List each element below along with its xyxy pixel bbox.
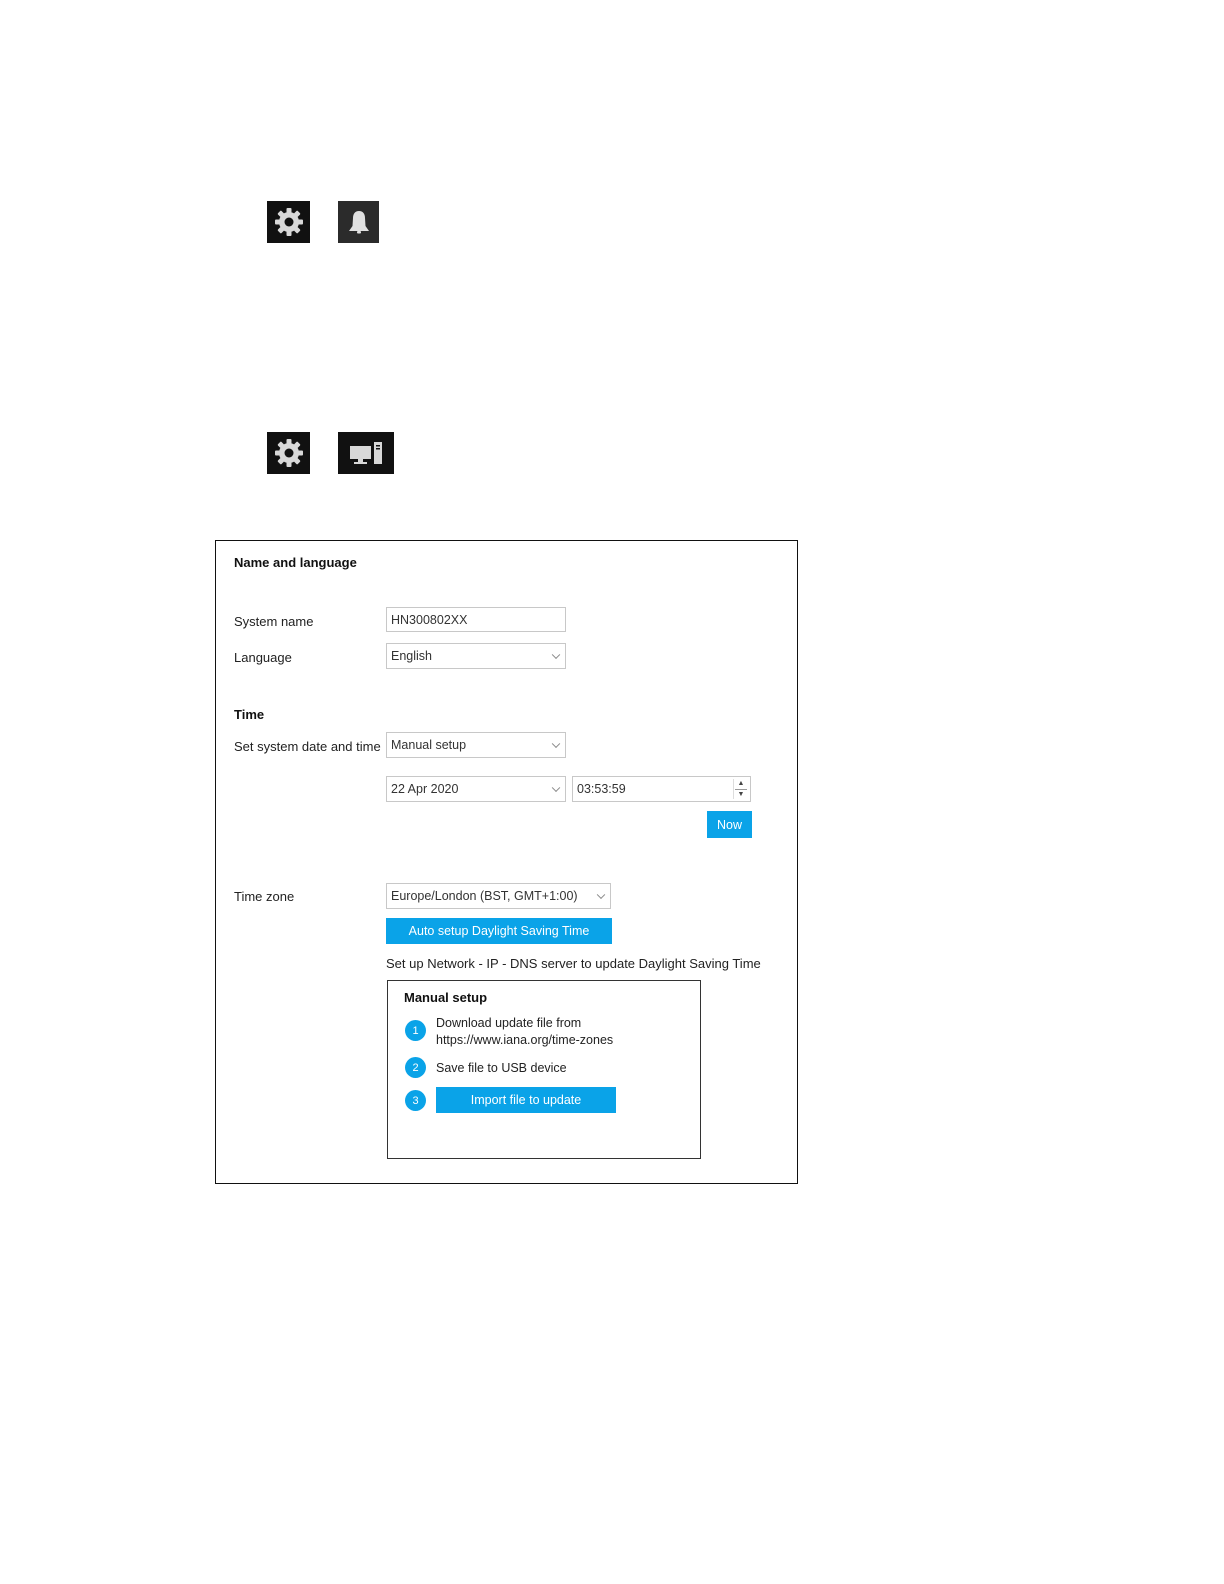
chevron-down-icon [551, 739, 561, 749]
chevron-down-icon [596, 890, 606, 900]
time-input[interactable]: 03:53:59 ▲ ▼ [572, 776, 751, 802]
language-select[interactable]: English [386, 643, 566, 669]
step-1-badge: 1 [405, 1020, 426, 1041]
language-label: Language [234, 650, 292, 665]
gear-icon [274, 439, 303, 467]
date-picker[interactable]: 22 Apr 2020 [386, 776, 566, 802]
date-value: 22 Apr 2020 [391, 782, 459, 796]
set-date-time-label: Set system date and time [234, 739, 381, 754]
step-1-line-1: Download update file from [436, 1016, 582, 1030]
import-file-button[interactable]: Import file to update [436, 1087, 616, 1113]
manual-setup-box: Manual setup 1 Download update file from… [387, 980, 701, 1159]
auto-dst-button[interactable]: Auto setup Daylight Saving Time [386, 918, 612, 944]
system-settings-panel: Name and language System name Language E… [215, 540, 798, 1184]
system-settings-button[interactable] [338, 432, 394, 474]
system-name-label: System name [234, 614, 314, 629]
system-icon [350, 442, 382, 464]
event-bell-button[interactable] [338, 201, 379, 243]
time-heading: Time [234, 707, 265, 722]
system-name-input[interactable] [386, 607, 566, 632]
step-1-text: Download update file from https://www.ia… [436, 1015, 613, 1049]
chevron-down-icon [551, 650, 561, 660]
time-zone-select[interactable]: Europe/London (BST, GMT+1:00) [386, 883, 611, 909]
gear-icon [274, 208, 303, 236]
time-zone-label: Time zone [234, 889, 295, 904]
time-spinner[interactable]: ▲ ▼ [733, 779, 748, 799]
step-2-badge: 2 [405, 1057, 426, 1078]
time-zone-value: Europe/London (BST, GMT+1:00) [391, 889, 578, 903]
iana-link[interactable]: https://www.iana.org/time-zones [436, 1032, 613, 1049]
name-language-heading: Name and language [234, 555, 357, 570]
language-select-value: English [391, 649, 432, 663]
dns-note: Set up Network - IP - DNS server to upda… [386, 956, 761, 971]
step-2-text: Save file to USB device [436, 1061, 567, 1075]
date-time-mode-value: Manual setup [391, 738, 467, 752]
settings-gear-button[interactable] [267, 201, 310, 243]
date-time-mode-select[interactable]: Manual setup [386, 732, 566, 758]
spinner-up-icon[interactable]: ▲ [738, 780, 745, 788]
time-value: 03:53:59 [577, 782, 626, 796]
manual-setup-heading: Manual setup [404, 990, 488, 1005]
spinner-down-icon[interactable]: ▼ [738, 791, 745, 799]
step-3-badge: 3 [405, 1090, 426, 1111]
chevron-down-icon [551, 783, 561, 793]
bell-icon [348, 211, 369, 234]
settings-gear-button-2[interactable] [267, 432, 310, 474]
now-button[interactable]: Now [707, 811, 752, 838]
